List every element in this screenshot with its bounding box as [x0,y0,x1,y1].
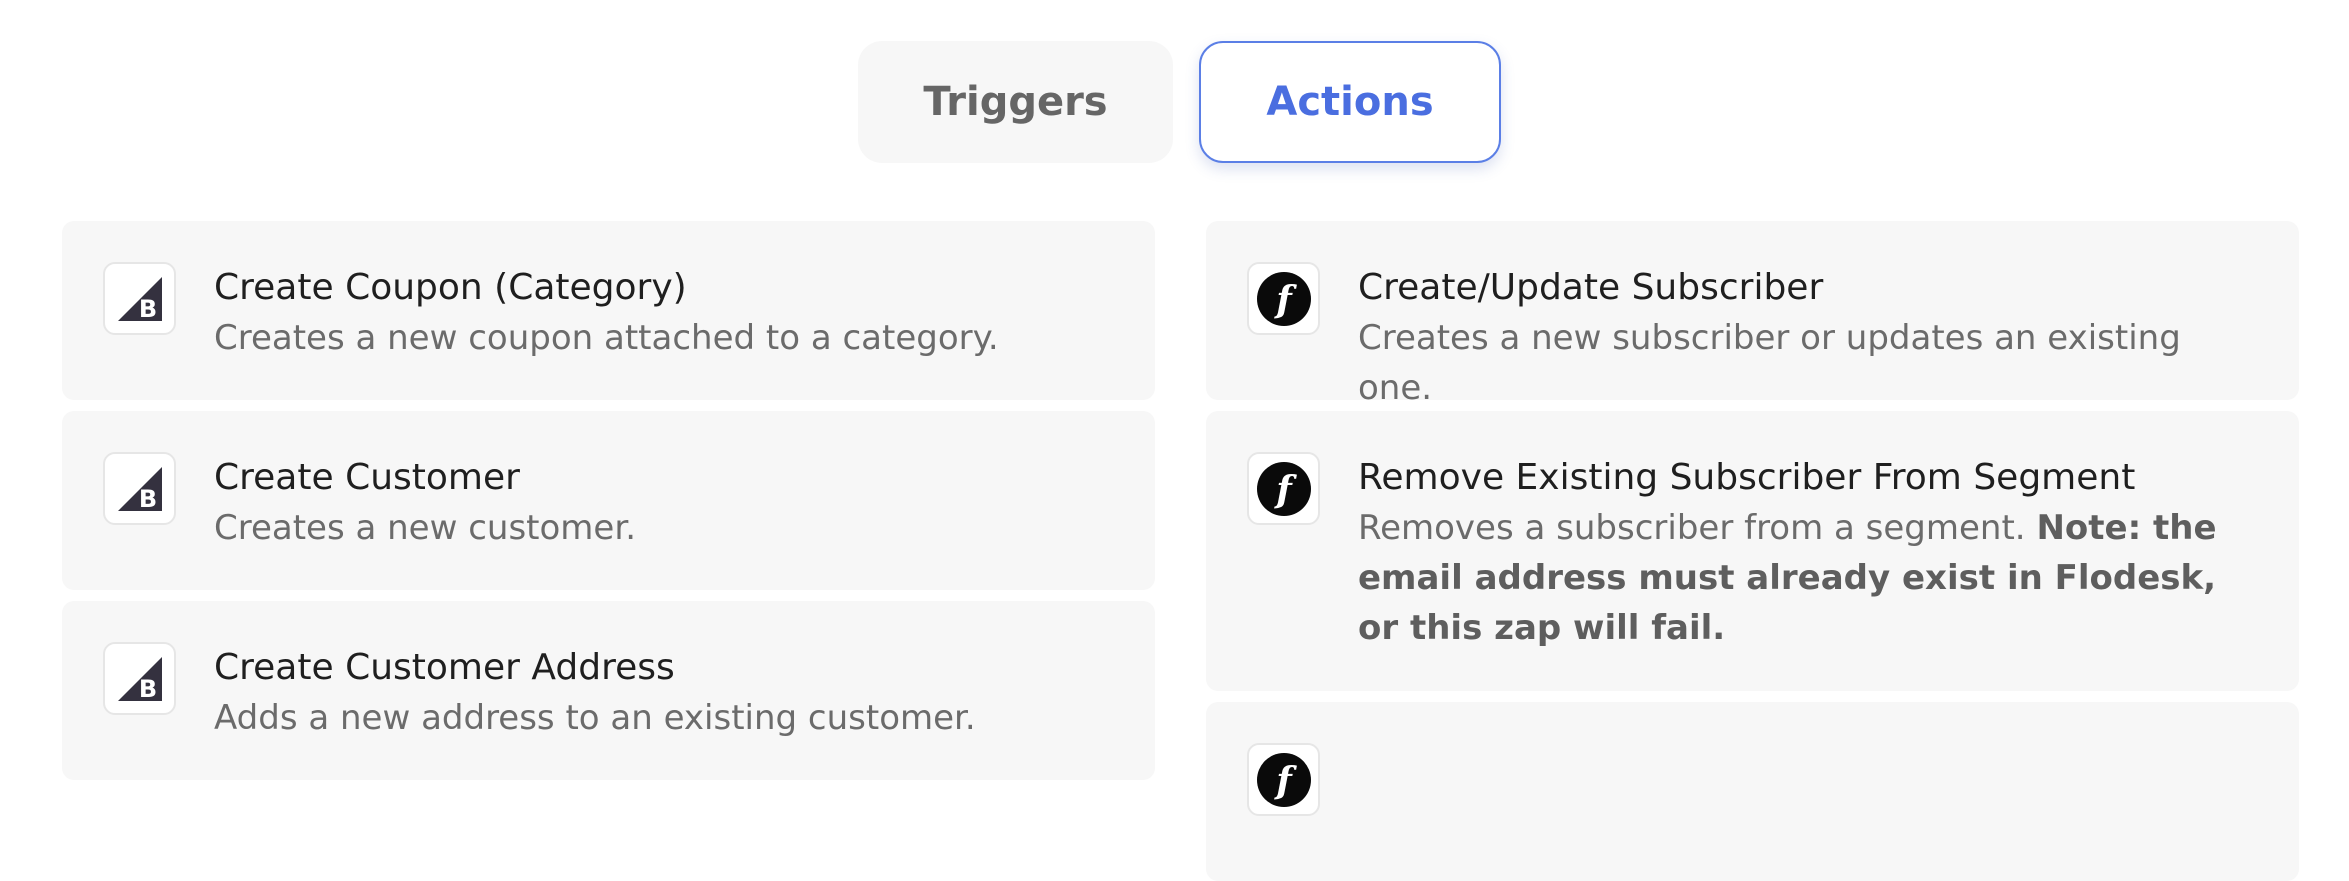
action-card-create-customer[interactable]: B Create Customer Creates a new customer… [62,411,1155,590]
bigcommerce-icon: B [103,642,176,715]
tab-actions[interactable]: Actions [1199,41,1501,163]
action-title: Create Coupon (Category) [214,267,687,308]
action-title: Remove Existing Subscriber From Segment [1358,457,2136,498]
svg-text:B: B [138,485,156,513]
action-card-create-update-subscriber[interactable]: f Create/Update Subscriber Creates a new… [1206,221,2299,408]
svg-text:B: B [138,675,156,703]
action-title: Create Customer [214,457,520,498]
action-card-remove-subscriber-from-segment[interactable]: f Remove Existing Subscriber From Segmen… [1206,411,2299,691]
bigcommerce-icon: B [103,262,176,335]
action-card-create-coupon-category[interactable]: B Create Coupon (Category) Creates a new… [62,221,1155,400]
flodesk-icon: f [1247,262,1320,335]
action-description: Creates a new subscriber or updates an e… [1358,318,2181,408]
action-description: Creates a new customer. [214,508,637,548]
action-description: Creates a new coupon attached to a categ… [214,318,999,358]
tab-triggers[interactable]: Triggers [858,41,1173,163]
action-description-text: Removes a subscriber from a segment. [1358,508,2026,548]
action-card-partial[interactable]: f [1206,702,2299,881]
action-title: Create/Update Subscriber [1358,267,1824,308]
action-description: Removes a subscriber from a segment. Not… [1358,503,2259,653]
action-card-create-customer-address[interactable]: B Create Customer Address Adds a new add… [62,601,1155,780]
flodesk-icon: f [1247,743,1320,816]
action-description: Adds a new address to an existing custom… [214,698,976,738]
tab-bar: Triggers Actions [0,0,2349,200]
action-title: Create Customer Address [214,647,675,688]
flodesk-icon: f [1247,452,1320,525]
bigcommerce-icon: B [103,452,176,525]
svg-text:B: B [138,295,156,323]
